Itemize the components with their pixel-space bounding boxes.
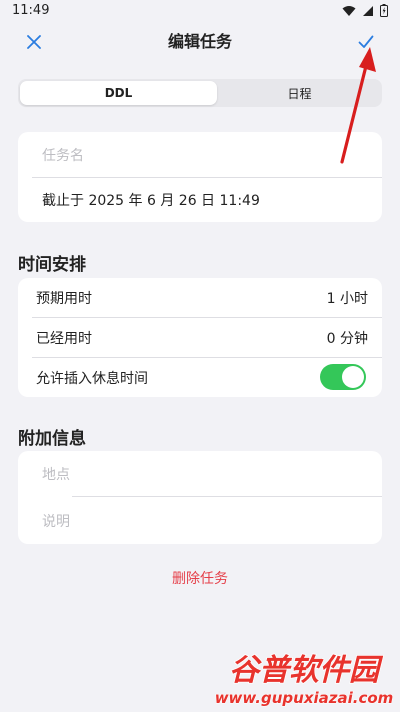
break-toggle-switch[interactable] bbox=[320, 364, 366, 390]
location-input[interactable]: 地点 bbox=[18, 451, 382, 497]
break-toggle-label: 允许插入休息时间 bbox=[36, 370, 148, 387]
watermark-logo: 谷普软件园 www.gupuxiazai.com bbox=[214, 652, 394, 707]
svg-text:谷普软件园: 谷普软件园 bbox=[229, 653, 384, 688]
signal-icon bbox=[363, 5, 373, 16]
status-icons bbox=[342, 4, 388, 17]
description-input[interactable]: 说明 bbox=[18, 497, 382, 544]
battery-icon bbox=[380, 4, 388, 17]
svg-text:www.gupuxiazai.com: www.gupuxiazai.com bbox=[215, 689, 394, 707]
time-section-title: 时间安排 bbox=[18, 255, 86, 275]
break-toggle-row: 允许插入休息时间 bbox=[18, 358, 382, 397]
page-title: 编辑任务 bbox=[167, 32, 232, 51]
expected-time-label: 预期用时 bbox=[36, 291, 92, 307]
segment-schedule[interactable]: 日程 bbox=[219, 81, 380, 105]
extra-card: 地点 说明 bbox=[18, 451, 382, 544]
time-card: 预期用时 1 小时 已经用时 0 分钟 允许插入休息时间 bbox=[18, 278, 382, 397]
segment-ddl[interactable]: DDL bbox=[20, 81, 217, 105]
confirm-button[interactable] bbox=[354, 30, 378, 54]
spent-time-label: 已经用时 bbox=[36, 331, 92, 347]
spent-time-value: 0 分钟 bbox=[326, 331, 368, 347]
spent-time-row[interactable]: 已经用时 0 分钟 bbox=[18, 318, 382, 358]
task-name-input[interactable]: 任务名 bbox=[18, 132, 382, 178]
deadline-field[interactable]: 截止于 2025 年 6 月 26 日 11:49 bbox=[18, 178, 382, 222]
check-icon bbox=[358, 35, 374, 48]
task-card: 任务名 截止于 2025 年 6 月 26 日 11:49 bbox=[18, 132, 382, 222]
expected-time-value: 1 小时 bbox=[326, 291, 368, 307]
toggle-knob bbox=[342, 366, 364, 388]
extra-section-title: 附加信息 bbox=[18, 429, 86, 449]
status-time: 11:49 bbox=[12, 3, 50, 18]
expected-time-row[interactable]: 预期用时 1 小时 bbox=[18, 278, 382, 318]
task-type-segmented-control: DDL 日程 bbox=[18, 79, 382, 107]
wifi-icon bbox=[342, 5, 356, 16]
delete-task-button[interactable]: 删除任务 bbox=[0, 568, 400, 588]
